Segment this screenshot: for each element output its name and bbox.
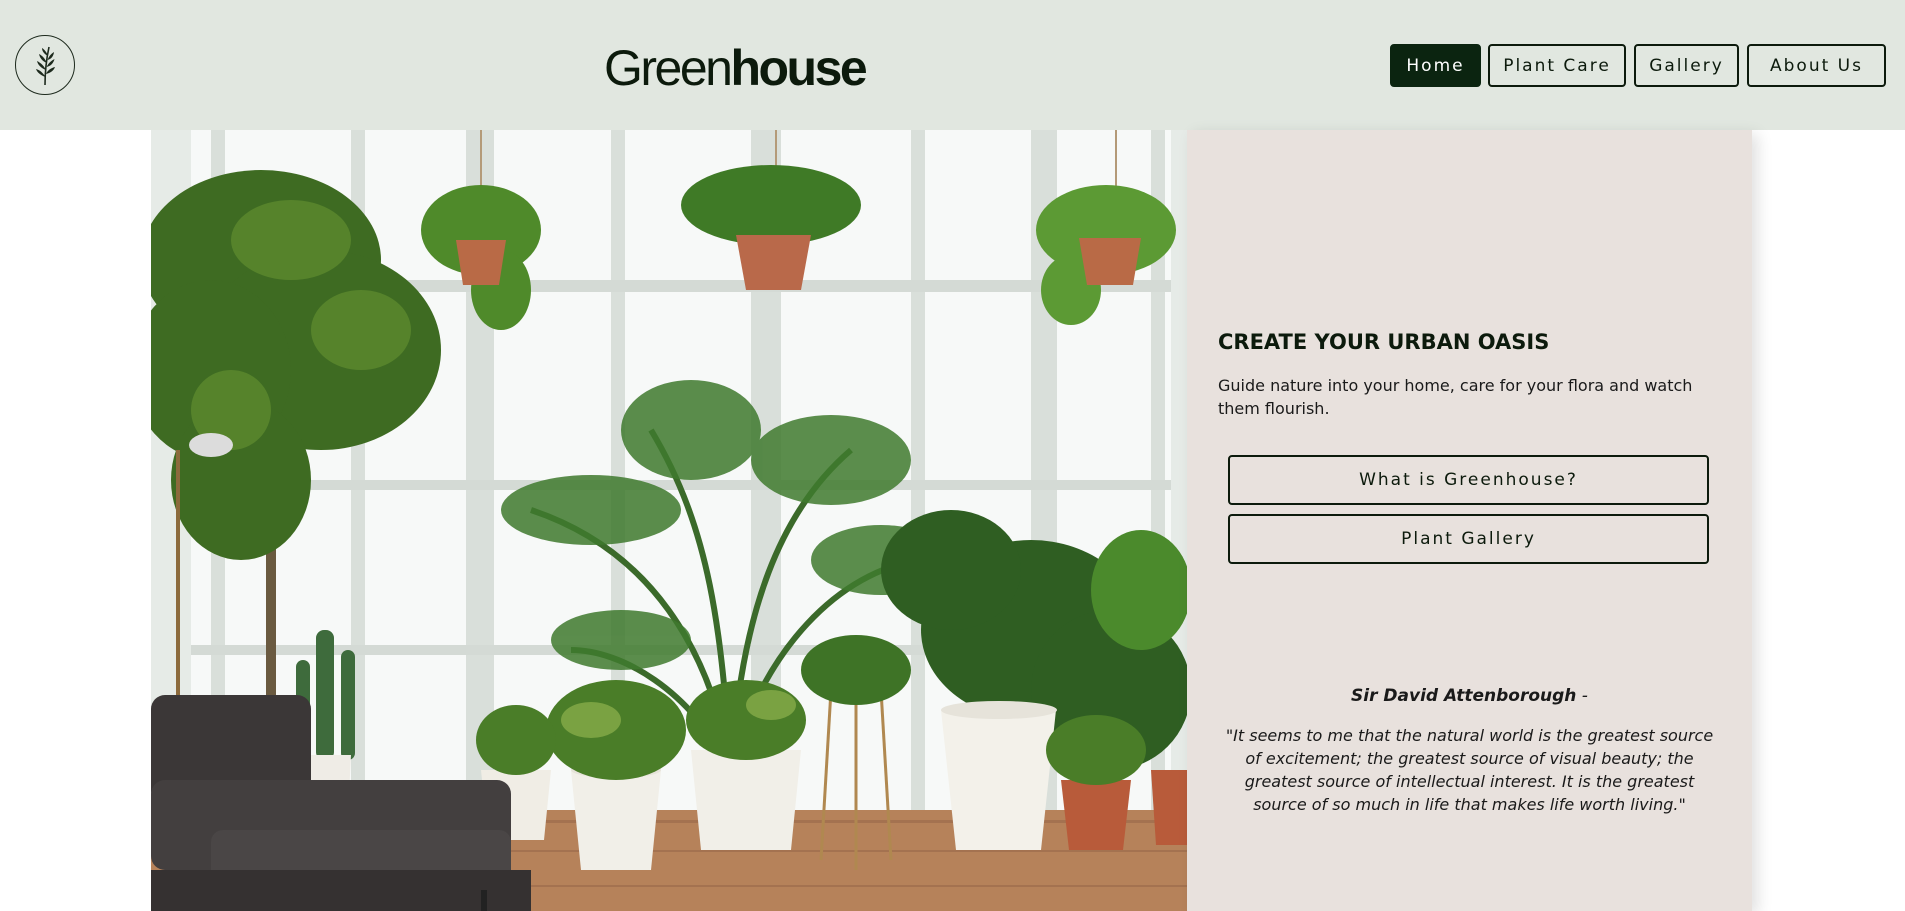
fern-leaf-icon [36,46,55,86]
brand-light: Green [604,40,733,96]
indoor-plants-photo [151,130,1187,911]
nav-plant-care-button[interactable]: Plant Care [1488,44,1626,87]
quote-author: Sir David Attenborough - [1187,686,1752,706]
nav-home-button[interactable]: Home [1390,44,1481,87]
what-is-greenhouse-button[interactable]: What is Greenhouse? [1228,455,1709,505]
hero-title: CREATE YOUR URBAN OASIS [1218,330,1550,354]
brand-wordmark[interactable]: Greenhouse [604,38,868,98]
hero-image [151,130,1187,911]
site-header: Greenhouse Home Plant Care Gallery About… [0,0,1905,130]
brand-bold: house [730,40,867,96]
quote-text: "It seems to me that the natural world i… [1225,726,1714,814]
quote-author-dash: - [1576,686,1588,706]
hero-panel: CREATE YOUR URBAN OASIS Guide nature int… [1187,130,1752,911]
logo[interactable] [15,35,75,95]
quote-author-name: Sir David Attenborough [1351,686,1577,706]
hero-description: Guide nature into your home, care for yo… [1218,376,1693,418]
plant-gallery-button[interactable]: Plant Gallery [1228,514,1709,564]
nav-about-us-button[interactable]: About Us [1747,44,1886,87]
nav-gallery-button[interactable]: Gallery [1634,44,1739,87]
